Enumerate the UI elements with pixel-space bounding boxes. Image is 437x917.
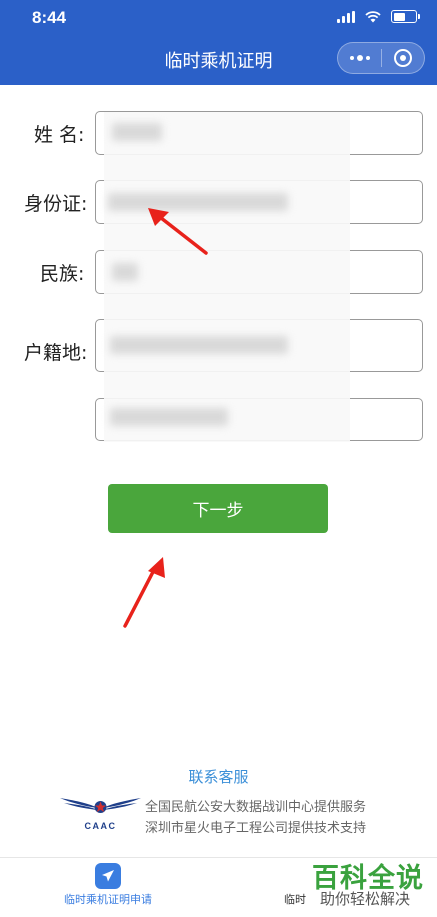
service-provider-text: 全国民航公安大数据战训中心提供服务 (145, 800, 367, 815)
tab-temporary[interactable]: 临时 (284, 891, 306, 907)
close-button[interactable] (382, 49, 424, 67)
household-label: 户籍地: (24, 342, 88, 364)
blurred-name (112, 123, 162, 141)
mini-program-capsule (337, 42, 425, 74)
privacy-blur-overlay (104, 112, 350, 442)
annotation-arrow-icon (148, 208, 208, 255)
header-bar: 8:44 临时乘机证明 (0, 0, 437, 85)
tech-support-text: 深圳市星火电子工程公司提供技术支持 (145, 821, 367, 836)
status-icons (337, 10, 420, 23)
blurred-household (110, 336, 288, 354)
caac-logo-text: CAAC (85, 821, 117, 831)
ethnicity-label: 民族: (40, 263, 85, 285)
blurred-ethnicity (112, 263, 138, 281)
next-step-button[interactable]: 下一步 (108, 484, 328, 533)
id-label: 身份证: (24, 193, 88, 215)
signal-icon (337, 10, 355, 23)
watermark-subtitle: 助你轻松解决 (320, 890, 411, 908)
more-icon[interactable] (338, 55, 381, 61)
name-label: 姓 名: (34, 124, 85, 146)
blurred-household-detail (110, 408, 228, 426)
caac-logo-icon: CAAC (60, 798, 141, 831)
close-circle-icon (393, 49, 412, 67)
plane-icon[interactable] (95, 863, 121, 889)
wifi-icon (365, 10, 381, 22)
tab-boarding-certificate[interactable]: 临时乘机证明申请 (58, 891, 158, 907)
contact-support-link[interactable]: 联系客服 (0, 766, 437, 787)
battery-icon (391, 10, 420, 23)
status-time: 8:44 (32, 8, 67, 27)
annotation-arrow-icon-2 (123, 557, 165, 628)
